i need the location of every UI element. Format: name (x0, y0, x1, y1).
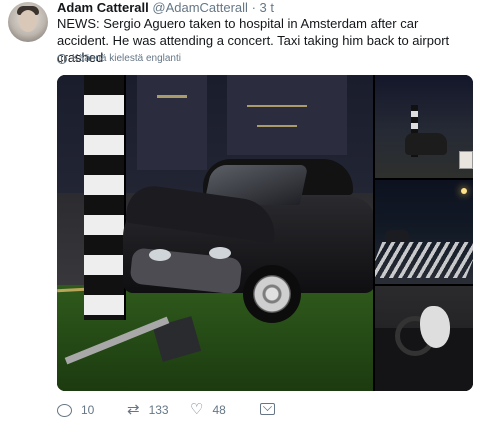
car-wheel (243, 265, 301, 323)
striped-pole (84, 75, 126, 320)
car-headlight (209, 247, 231, 259)
translate-link[interactable]: Käännä kielestä englanti (57, 53, 181, 64)
photo-window-light (247, 105, 307, 107)
photo-main-crash[interactable] (57, 75, 373, 391)
heart-icon: ♡ (190, 401, 204, 418)
crashed-car (123, 153, 373, 323)
photo-thumbnail-2[interactable] (375, 180, 473, 284)
globe-icon (57, 53, 67, 64)
thumb-crosswalk (375, 242, 473, 278)
direct-message-icon (260, 403, 275, 415)
timestamp[interactable]: 3 t (260, 0, 274, 15)
thumb-streetlamp (461, 188, 467, 194)
retweet-icon: ⇄ (127, 401, 140, 418)
thumb-car (405, 133, 447, 155)
like-button[interactable]: ♡ 48 (190, 401, 226, 418)
tweet-actions: 10 ⇄ 133 ♡ 48 (57, 401, 473, 421)
author-name[interactable]: Adam Catterall (57, 0, 149, 15)
avatar-face (19, 10, 37, 32)
thumb-airbag (420, 306, 450, 348)
direct-message-button[interactable] (260, 403, 275, 415)
translate-label: Käännä kielestä englanti (72, 53, 181, 64)
photo-thumbnail-3[interactable] (375, 286, 473, 391)
reply-icon (57, 403, 72, 417)
car-headlight (149, 249, 171, 261)
photo-window-light (257, 125, 297, 127)
tweet-header: Adam Catterall @AdamCatterall · 3 t (57, 0, 274, 16)
author-handle[interactable]: @AdamCatterall (152, 0, 248, 15)
media-grid (57, 75, 473, 391)
reply-button[interactable]: 10 (57, 403, 94, 417)
photo-building (227, 75, 347, 155)
photo-window-light (157, 95, 187, 98)
reply-count: 10 (81, 403, 95, 417)
thumb-sign (459, 151, 473, 169)
retweet-count: 133 (148, 403, 169, 417)
separator-dot: · (251, 0, 256, 15)
avatar[interactable] (8, 2, 48, 42)
retweet-button[interactable]: ⇄ 133 (127, 401, 169, 418)
like-count: 48 (212, 403, 226, 417)
photo-thumbnail-1[interactable] (375, 75, 473, 178)
